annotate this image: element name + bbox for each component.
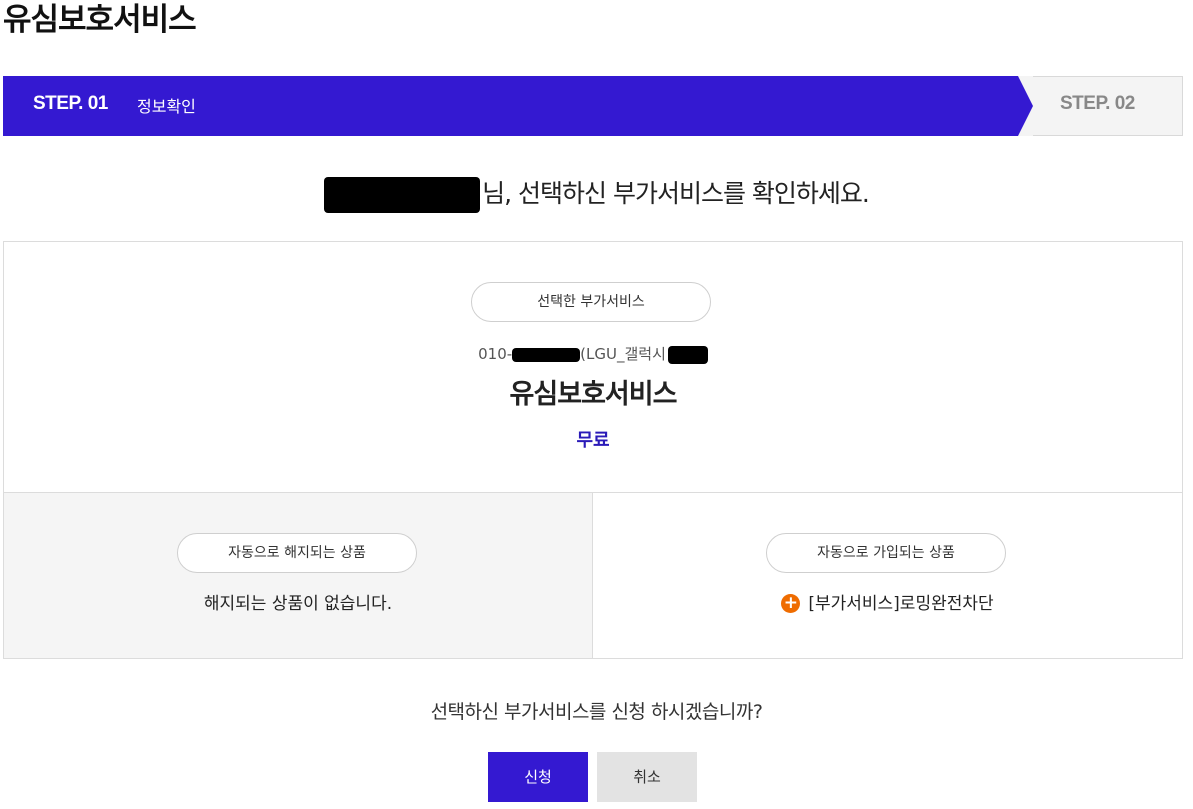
device-info: (LGU_갤럭시 — [580, 345, 666, 363]
step-1-label: 정보확인 — [137, 97, 196, 116]
redacted-device — [667, 345, 708, 364]
page-title: 유심보호서비스 — [3, 2, 197, 38]
cancel-button[interactable]: 취소 — [597, 752, 697, 802]
auto-subscribed-section: 자동으로 가입되는 상품 + [부가서비스]로밍완전차단 — [593, 493, 1182, 658]
selected-service-section: 선택한 부가서비스 010- (LGU_갤럭시 유심보호서비스 무료 — [4, 242, 1182, 493]
confirm-question: 선택하신 부가서비스를 신청 하시겠습니까? — [430, 701, 763, 723]
step-2-number: STEP. 02 — [1060, 93, 1135, 114]
auto-terminated-pill: 자동으로 해지되는 상품 — [177, 533, 417, 573]
auto-subscribed-pill: 자동으로 가입되는 상품 — [766, 533, 1006, 573]
selected-service-pill: 선택한 부가서비스 — [471, 282, 711, 322]
plus-icon: + — [781, 593, 801, 613]
redacted-phone — [512, 347, 581, 362]
apply-button[interactable]: 신청 — [488, 752, 588, 802]
step-indicator: STEP. 01 정보확인 STEP. 02 — [3, 76, 1183, 136]
phone-prefix: 010- — [478, 345, 513, 363]
greeting: 님, 선택하신 부가서비스를 확인하세요. — [0, 174, 1193, 213]
step-1: STEP. 01 정보확인 — [3, 76, 1033, 136]
service-name: 유심보호서비스 — [509, 379, 678, 410]
subscribed-item-label: [부가서비스]로밍완전차단 — [808, 594, 994, 614]
service-card: 선택한 부가서비스 010- (LGU_갤럭시 유심보호서비스 무료 자동으로 해… — [3, 241, 1183, 659]
greeting-text: 님, 선택하신 부가서비스를 확인하세요. — [482, 179, 870, 208]
redacted-name — [324, 177, 481, 213]
phone-line: 010- (LGU_갤럭시 — [4, 343, 1182, 364]
service-price: 무료 — [576, 430, 610, 451]
no-terminated-message: 해지되는 상품이 없습니다. — [203, 594, 393, 614]
step-1-number: STEP. 01 — [33, 93, 108, 114]
auto-terminated-section: 자동으로 해지되는 상품 해지되는 상품이 없습니다. — [4, 493, 593, 658]
subscribed-item: + [부가서비스]로밍완전차단 — [593, 589, 1182, 614]
